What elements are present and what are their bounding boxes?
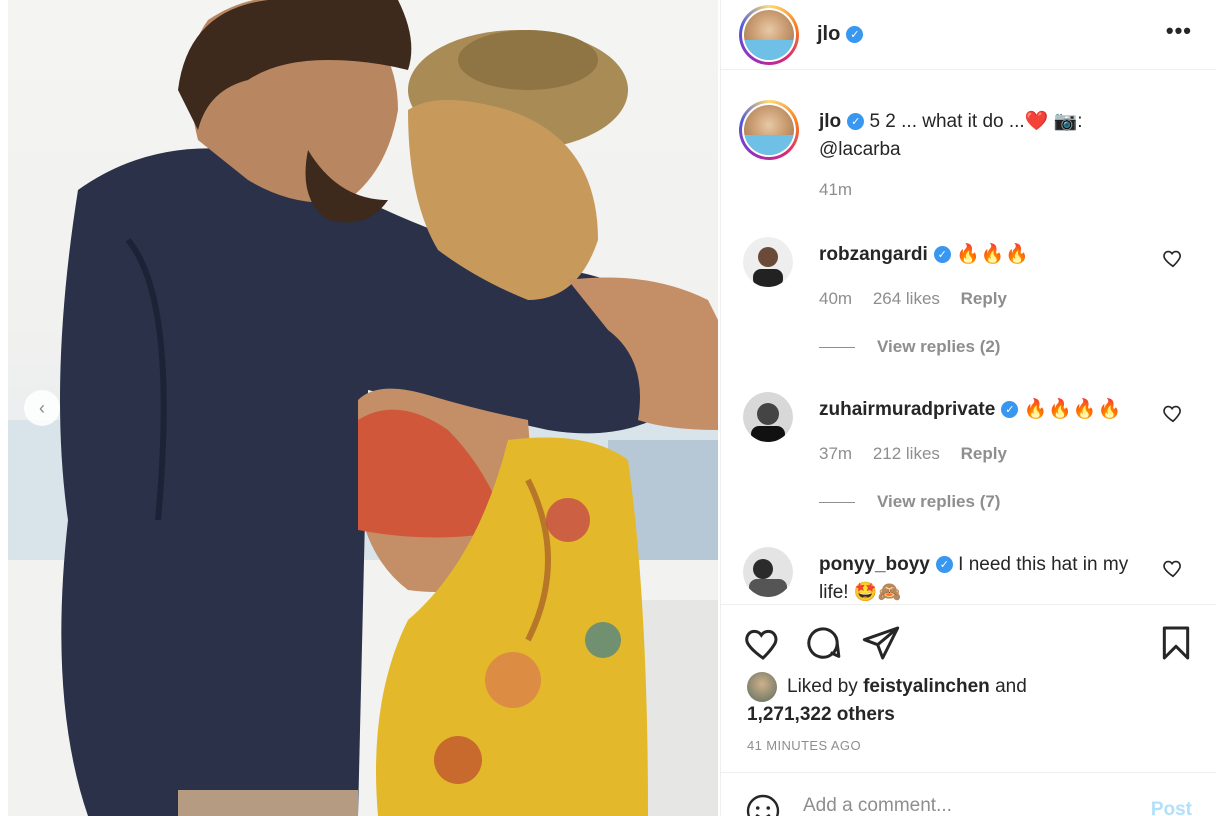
heart-icon[interactable] (743, 623, 783, 663)
comment-text: ponyy_boyy ✓ I need this hat in my life! … (819, 551, 1139, 602)
action-bar (721, 604, 1216, 674)
liked-by: Liked by feistyalinchen and 1,271,322 ot… (747, 672, 1196, 728)
header-username[interactable]: jlo ✓ (817, 23, 864, 46)
liked-by-and: and (995, 676, 1027, 698)
post-photo[interactable]: ‹ (8, 0, 718, 816)
comment-body: 🔥🔥🔥🔥 (1023, 399, 1123, 420)
liked-by-count[interactable]: 1,271,322 others (747, 704, 895, 725)
heart-icon[interactable] (1162, 557, 1184, 579)
comment-text: zuhairmuradprivate ✓ 🔥🔥🔥🔥 (819, 396, 1139, 424)
verified-badge-icon: ✓ (847, 113, 865, 131)
comment-meta: 40m 264 likes Reply (819, 289, 1023, 309)
comment-likes[interactable]: 212 likes (873, 444, 940, 463)
caption-username[interactable]: jlo (819, 111, 841, 132)
comment-username[interactable]: zuhairmuradprivate (819, 399, 995, 420)
comment-input[interactable] (803, 795, 1103, 816)
liker-avatar[interactable] (747, 672, 777, 702)
view-replies-button[interactable]: View replies (2) (819, 337, 1000, 357)
avatar[interactable] (739, 4, 799, 65)
verified-badge-icon: ✓ (846, 26, 864, 44)
smiley-icon[interactable] (745, 793, 781, 816)
comment-icon[interactable] (803, 623, 843, 663)
comment-username[interactable]: ponyy_boyy (819, 554, 930, 575)
paper-plane-icon[interactable] (861, 623, 901, 663)
heart-icon[interactable] (1162, 402, 1184, 424)
heart-icon[interactable] (1162, 247, 1184, 269)
comment-body: 🔥🔥🔥 (956, 244, 1030, 265)
post-timestamp[interactable]: 41 MINUTES AGO (747, 738, 861, 753)
post-side-panel: jlo ✓ ••• jlo ✓ 5 2 ... what it do ...❤️ 📷… (720, 0, 1216, 816)
comment-time[interactable]: 37m (819, 444, 852, 463)
comment-time[interactable]: 40m (819, 289, 852, 308)
caption-avatar[interactable] (739, 100, 799, 160)
comment-avatar[interactable] (743, 547, 793, 597)
post-button[interactable]: Post (1151, 799, 1192, 816)
add-comment-bar: Post (721, 772, 1216, 816)
verified-badge-icon: ✓ (933, 246, 951, 264)
chevron-left-icon[interactable]: ‹ (24, 390, 60, 426)
comment-meta: 37m 212 likes Reply (819, 444, 1023, 464)
view-replies-button[interactable]: View replies (7) (819, 492, 1000, 512)
comment-avatar[interactable] (743, 237, 793, 287)
verified-badge-icon: ✓ (1001, 401, 1019, 419)
comments-list[interactable]: jlo ✓ 5 2 ... what it do ...❤️ 📷: @lacarb… (721, 72, 1216, 602)
photo-illustration (8, 0, 718, 816)
caption-mention[interactable]: @lacarba (819, 139, 901, 160)
comment-username[interactable]: robzangardi (819, 244, 928, 265)
reply-button[interactable]: Reply (961, 444, 1007, 463)
comment-text: robzangardi ✓ 🔥🔥🔥 (819, 241, 1139, 269)
verified-badge-icon: ✓ (935, 556, 953, 574)
caption-time[interactable]: 41m (819, 180, 852, 200)
comment-likes[interactable]: 264 likes (873, 289, 940, 308)
reply-button[interactable]: Reply (961, 289, 1007, 308)
more-options-icon[interactable]: ••• (1166, 18, 1192, 44)
comment-avatar[interactable] (743, 392, 793, 442)
liked-by-user[interactable]: feistyalinchen (863, 676, 990, 697)
caption-body: 5 2 ... what it do ...❤️ 📷: (869, 111, 1083, 132)
bookmark-icon[interactable] (1156, 623, 1196, 663)
liked-by-prefix: Liked by (787, 676, 858, 698)
post-header: jlo ✓ ••• (721, 0, 1216, 70)
caption-text: jlo ✓ 5 2 ... what it do ...❤️ 📷: @lacarb… (819, 108, 1139, 164)
